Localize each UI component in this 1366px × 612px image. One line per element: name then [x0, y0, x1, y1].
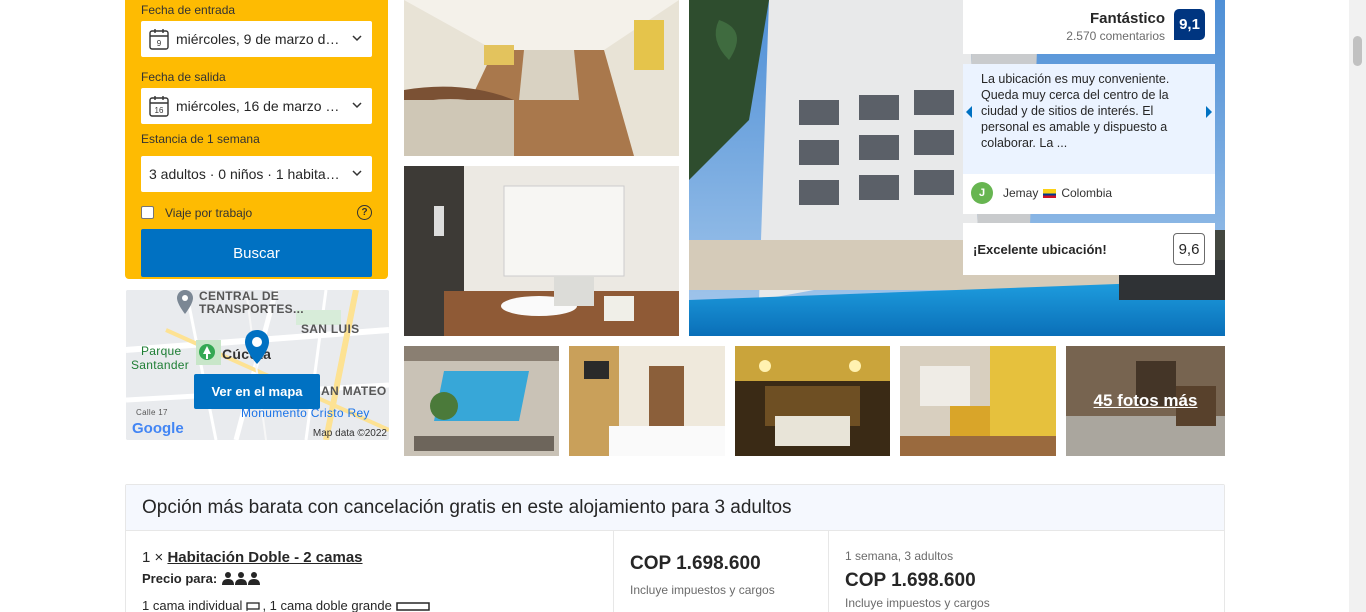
- review-author-row: J Jemay Colombia: [963, 174, 1215, 212]
- room-name-row: 1 × Habitación Doble - 2 camas: [142, 549, 597, 566]
- room-offer-header: Opción más barata con cancelación gratis…: [126, 485, 1224, 531]
- room-price: COP 1.698.600 Incluye impuestos y cargos: [614, 531, 829, 612]
- map-label-calle: Calle 17: [136, 408, 168, 417]
- bed-single-label: 1 cama individual: [142, 598, 243, 612]
- review-text: La ubicación es muy conveniente. Queda m…: [963, 64, 1215, 174]
- three-persons-icon: [222, 572, 261, 585]
- park-icon: [199, 344, 215, 360]
- map-credit: Map data ©2022: [312, 428, 387, 439]
- total-price-value: COP 1.698.600: [845, 570, 976, 591]
- google-logo-text: Google: [132, 420, 184, 437]
- room-price-note: Incluye impuestos y cargos: [630, 583, 775, 597]
- checkin-value: miércoles, 9 de marzo de ...: [176, 31, 342, 47]
- rating-word: Fantástico: [1089, 10, 1165, 27]
- calendar-icon: 16: [149, 96, 169, 117]
- location-score: 9,6: [1173, 233, 1205, 265]
- transport-pin-icon: [177, 290, 193, 314]
- room-thumb-image: [569, 346, 725, 456]
- price-for-label: Precio para:: [142, 571, 218, 586]
- chevron-down-icon: [352, 170, 362, 177]
- checkout-day: 16: [155, 106, 164, 115]
- location-score-card: ¡Excelente ubicación! 9,6: [963, 223, 1215, 275]
- calendar-icon: 9: [149, 29, 169, 50]
- room-details: 1 × Habitación Doble - 2 camas Precio pa…: [126, 531, 614, 612]
- total-price-note: Incluye impuestos y cargos: [845, 596, 990, 610]
- location-label: ¡Excelente ubicación!: [973, 241, 1107, 257]
- photo-bathroom[interactable]: [404, 166, 679, 336]
- room-name-link[interactable]: Habitación Doble - 2 camas: [167, 549, 362, 566]
- search-button[interactable]: Buscar: [141, 229, 372, 277]
- suite-thumb-image: [900, 346, 1056, 456]
- photo-thumb-suite[interactable]: [900, 346, 1056, 456]
- rating-box[interactable]: Fantástico 2.570 comentarios 9,1: [963, 0, 1215, 54]
- hotel-location-pin-icon: [245, 330, 269, 364]
- price-for-row: Precio para:: [142, 571, 597, 586]
- work-trip-label: Viaje por trabajo: [165, 205, 253, 220]
- photo-hallway[interactable]: [404, 0, 679, 156]
- stay-length-label: Estancia de 1 semana: [141, 132, 260, 146]
- map-label-san-luis: SAN LUIS: [301, 322, 360, 336]
- chevron-down-icon: [352, 35, 362, 42]
- restaurant-thumb-image: [735, 346, 890, 456]
- more-photos-link[interactable]: 45 fotos más: [1066, 346, 1225, 456]
- pool-thumb-image: [404, 346, 559, 456]
- review-author-name: Jemay: [1003, 186, 1039, 200]
- colombia-flag-icon: [1043, 188, 1057, 198]
- photo-thumb-more[interactable]: 45 fotos más: [1066, 346, 1225, 456]
- checkin-select[interactable]: 9 miércoles, 9 de marzo de ...: [141, 21, 372, 57]
- rating-score-badge: 9,1: [1174, 9, 1205, 40]
- photo-thumb-pool[interactable]: [404, 346, 559, 456]
- checkin-label: Fecha de entrada: [141, 3, 236, 17]
- view-map-button[interactable]: Ver en el mapa: [194, 374, 320, 409]
- stay-summary: 1 semana, 3 adultos: [845, 549, 954, 563]
- avatar: J: [971, 182, 993, 204]
- chevron-down-icon: [352, 102, 362, 109]
- checkin-day: 9: [157, 39, 162, 48]
- checkout-select[interactable]: 16 miércoles, 16 de marzo de...: [141, 88, 372, 124]
- bed-double-label: , 1 cama doble grande: [262, 598, 392, 612]
- room-offer-section: Opción más barata con cancelación gratis…: [125, 484, 1225, 612]
- hotel-page: Fecha de entrada 9 miércoles, 9 de marzo…: [0, 0, 1366, 612]
- guests-value: 3 adultos · 0 niños · 1 habitación: [149, 166, 342, 182]
- bed-info-row: 1 cama individual , 1 cama doble grande: [142, 598, 597, 612]
- map-label-transportes: TRANSPORTES...: [199, 302, 304, 316]
- review-card: La ubicación es muy conveniente. Queda m…: [963, 64, 1215, 214]
- work-trip-checkbox[interactable]: [141, 206, 154, 219]
- scrollbar[interactable]: [1349, 0, 1366, 612]
- room-quantity: 1 ×: [142, 549, 164, 566]
- map-label-santander: Santander: [131, 358, 190, 372]
- chevron-left-icon[interactable]: [963, 102, 975, 122]
- search-panel: Fecha de entrada 9 miércoles, 9 de marzo…: [125, 0, 388, 279]
- rating-count: 2.570 comentarios: [1066, 29, 1165, 43]
- single-bed-icon: [246, 601, 261, 611]
- chevron-right-icon[interactable]: [1203, 102, 1215, 122]
- hallway-image: [404, 0, 679, 156]
- map-preview[interactable]: CENTRAL DE TRANSPORTES... SAN LUIS Parqu…: [126, 290, 389, 440]
- guests-select[interactable]: 3 adultos · 0 niños · 1 habitación: [141, 156, 372, 192]
- checkout-value: miércoles, 16 de marzo de...: [176, 98, 342, 114]
- google-logo: Google: [132, 420, 184, 437]
- bathroom-image: [404, 166, 679, 336]
- double-bed-icon: [396, 601, 430, 611]
- work-trip-row: Viaje por trabajo ?: [141, 205, 372, 220]
- review-author-country: Colombia: [1061, 186, 1113, 200]
- photo-thumb-restaurant[interactable]: [735, 346, 890, 456]
- scrollbar-thumb[interactable]: [1353, 36, 1362, 66]
- map-label-parque: Parque: [141, 344, 182, 358]
- help-icon[interactable]: ?: [357, 205, 372, 220]
- checkout-label: Fecha de salida: [141, 70, 226, 84]
- room-total: 1 semana, 3 adultos COP 1.698.600 Incluy…: [829, 531, 1225, 612]
- photo-thumb-room[interactable]: [569, 346, 725, 456]
- map-label-san-mateo: AN MATEO: [321, 384, 387, 398]
- room-price-value: COP 1.698.600: [630, 553, 761, 574]
